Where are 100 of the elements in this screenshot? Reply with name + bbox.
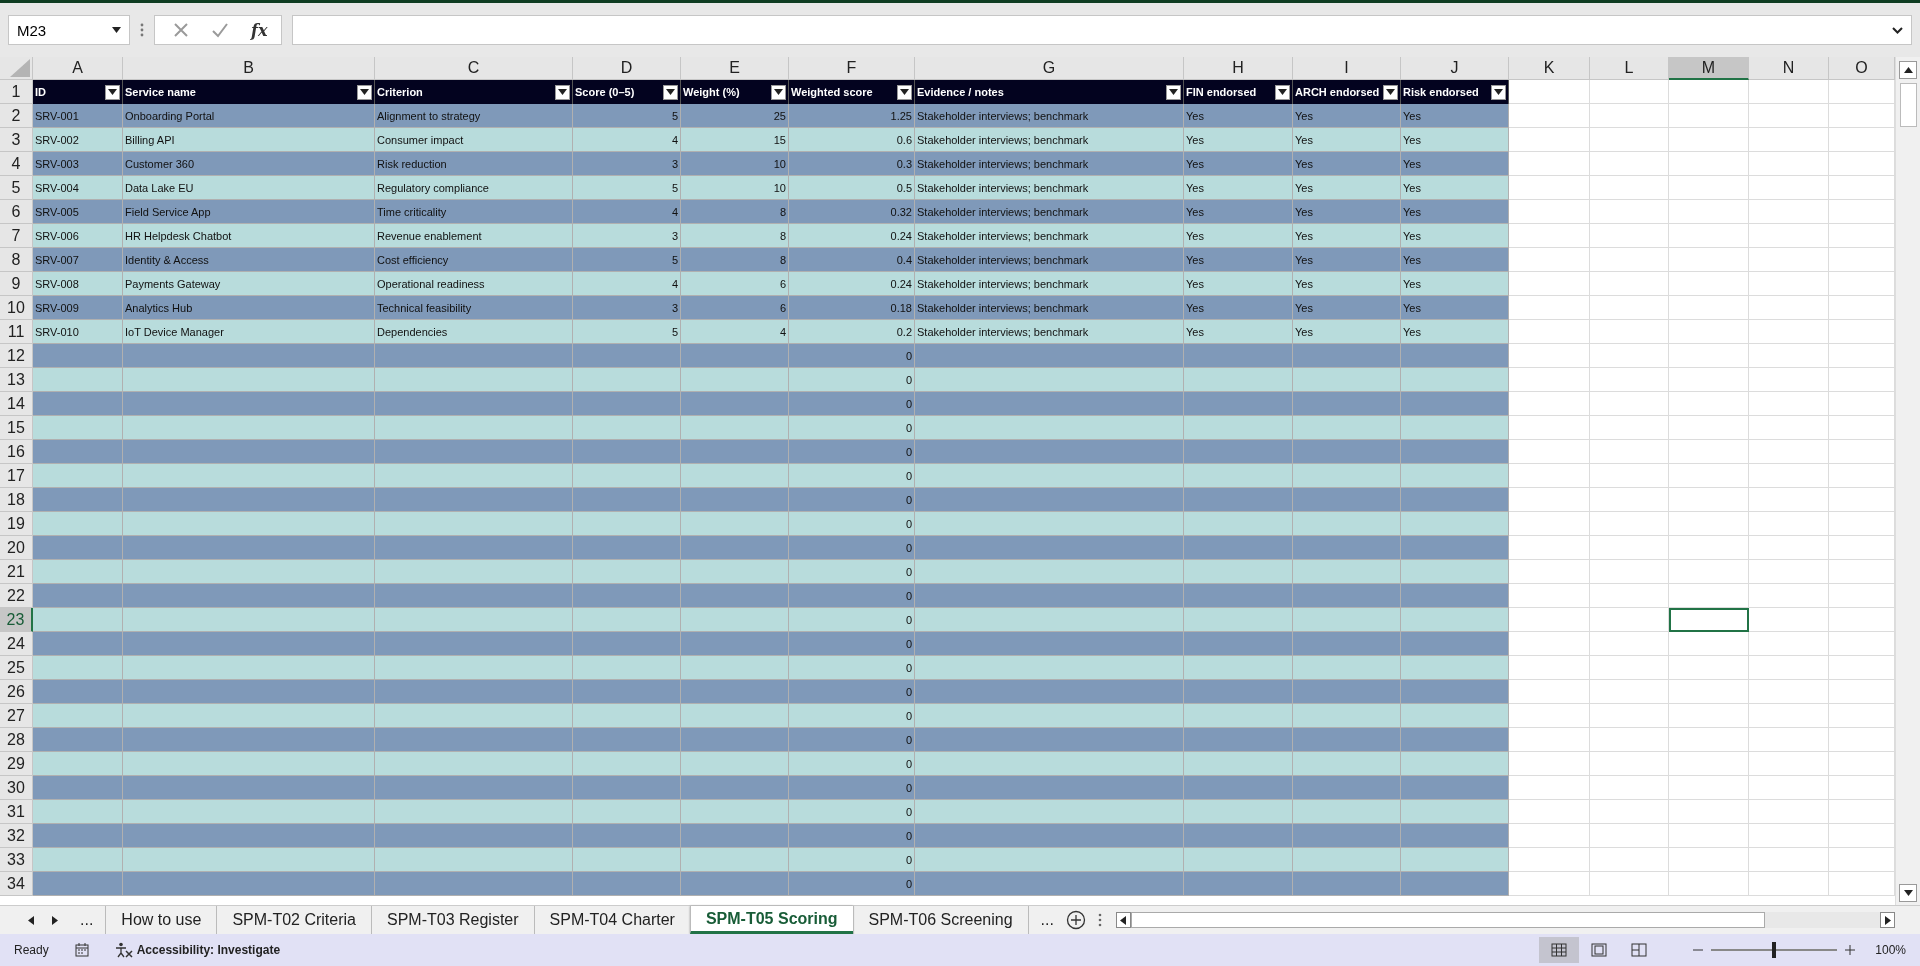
row-number[interactable]: 32	[0, 824, 33, 848]
filter-dropdown-button[interactable]	[105, 84, 120, 100]
row-number[interactable]: 22	[0, 584, 33, 608]
row-number[interactable]: 13	[0, 368, 33, 392]
name-box[interactable]: M23	[8, 15, 130, 45]
scroll-up-button[interactable]	[1899, 61, 1917, 79]
column-heading[interactable]: L	[1590, 57, 1669, 80]
grid-cell	[1829, 536, 1895, 560]
row-number[interactable]: 14	[0, 392, 33, 416]
zoom-level[interactable]: 100%	[1875, 943, 1906, 957]
row-number[interactable]: 18	[0, 488, 33, 512]
scroll-thumb[interactable]	[1899, 83, 1917, 127]
accessibility-status[interactable]: Accessibility: Investigate	[136, 943, 281, 957]
table-cell: Risk reduction	[375, 152, 573, 176]
accessibility-icon[interactable]	[114, 942, 133, 958]
row-number[interactable]: 28	[0, 728, 33, 752]
filter-dropdown-button[interactable]	[1491, 84, 1506, 100]
row-number[interactable]: 4	[0, 152, 33, 176]
row-number[interactable]: 3	[0, 128, 33, 152]
filter-dropdown-button[interactable]	[663, 84, 678, 100]
active-cell[interactable]	[1669, 608, 1749, 632]
row-number[interactable]: 9	[0, 272, 33, 296]
row-number[interactable]: 31	[0, 800, 33, 824]
view-button[interactable]	[1539, 937, 1580, 963]
filter-dropdown-button[interactable]	[555, 84, 570, 100]
cancel-icon[interactable]	[173, 22, 189, 38]
column-heading[interactable]: F	[789, 57, 915, 80]
table-cell: 4	[681, 320, 789, 344]
previous-sheet-icon[interactable]	[28, 915, 34, 925]
grid-cell	[1829, 632, 1895, 656]
grid-cell	[1829, 776, 1895, 800]
column-heading[interactable]: I	[1293, 57, 1401, 80]
vertical-scrollbar[interactable]	[1895, 57, 1920, 906]
row-number[interactable]: 33	[0, 848, 33, 872]
more-options-icon[interactable]	[140, 23, 144, 37]
checkmark-icon[interactable]	[211, 22, 229, 38]
row-number[interactable]: 19	[0, 512, 33, 536]
normal-view-icon	[1551, 943, 1568, 957]
row-number[interactable]: 5	[0, 176, 33, 200]
row-number[interactable]: 27	[0, 704, 33, 728]
row-number[interactable]: 2	[0, 104, 33, 128]
more-sheets-button[interactable]: ...	[68, 906, 106, 935]
expand-chevron-icon[interactable]	[1892, 26, 1903, 34]
row-number[interactable]: 8	[0, 248, 33, 272]
horizontal-scrollbar[interactable]	[1130, 912, 1765, 929]
scroll-right-button[interactable]	[1880, 912, 1895, 929]
row-number[interactable]: 10	[0, 296, 33, 320]
row-number[interactable]: 7	[0, 224, 33, 248]
macro-recorder-icon[interactable]	[74, 943, 89, 957]
row-number[interactable]: 15	[0, 416, 33, 440]
row-number[interactable]: 30	[0, 776, 33, 800]
row-number[interactable]: 25	[0, 656, 33, 680]
column-heading[interactable]: C	[375, 57, 573, 80]
row-number[interactable]: 17	[0, 464, 33, 488]
zoom-in-icon[interactable]	[1845, 945, 1856, 955]
column-heading[interactable]: D	[573, 57, 681, 80]
row-number[interactable]: 26	[0, 680, 33, 704]
scroll-down-button[interactable]	[1899, 884, 1917, 902]
column-heading[interactable]: O	[1829, 57, 1895, 80]
row-number[interactable]: 24	[0, 632, 33, 656]
sheet-tab[interactable]: SPM-T05 Scoring	[689, 906, 853, 935]
row-number[interactable]: 34	[0, 872, 33, 896]
column-heading[interactable]: H	[1184, 57, 1293, 80]
column-heading[interactable]: B	[123, 57, 375, 80]
column-heading[interactable]: N	[1749, 57, 1829, 80]
column-heading[interactable]: K	[1509, 57, 1590, 80]
filter-dropdown-button[interactable]	[771, 84, 786, 100]
table-cell: 0	[789, 440, 915, 464]
column-heading[interactable]: G	[915, 57, 1184, 80]
table-cell: Consumer impact	[375, 128, 573, 152]
scroll-down-icon[interactable]	[1903, 890, 1913, 896]
column-header: FIN endorsed	[1184, 80, 1293, 104]
more-options-icon[interactable]	[1097, 913, 1102, 928]
insert-function-button[interactable]: fx	[251, 20, 268, 40]
row-number[interactable]: 1	[0, 80, 33, 104]
dropdown-caret-icon[interactable]	[112, 27, 121, 33]
row-number[interactable]: 6	[0, 200, 33, 224]
table-cell: 8	[681, 200, 789, 224]
column-heading[interactable]: M	[1669, 57, 1749, 80]
add-sheet-icon[interactable]	[1065, 910, 1086, 931]
column-heading[interactable]: E	[681, 57, 789, 80]
scroll-left-button[interactable]	[1115, 912, 1131, 929]
next-sheet-icon[interactable]	[52, 915, 58, 925]
row-number[interactable]: 12	[0, 344, 33, 368]
column-heading[interactable]: A	[33, 57, 123, 80]
filter-dropdown-button[interactable]	[897, 84, 912, 100]
column-heading[interactable]: J	[1401, 57, 1509, 80]
filter-dropdown-button[interactable]	[357, 84, 372, 100]
row-number[interactable]: 21	[0, 560, 33, 584]
grid-cell	[1829, 272, 1895, 296]
filter-dropdown-button[interactable]	[1383, 84, 1398, 100]
filter-dropdown-button[interactable]	[1275, 84, 1290, 100]
filter-dropdown-button[interactable]	[1166, 84, 1181, 100]
table-cell: Technical feasibility	[375, 296, 573, 320]
row-number[interactable]: 29	[0, 752, 33, 776]
row-number[interactable]: 16	[0, 440, 33, 464]
row-number[interactable]: 23	[0, 608, 33, 632]
row-number[interactable]: 20	[0, 536, 33, 560]
row-number[interactable]: 11	[0, 320, 33, 344]
formula-input[interactable]	[292, 15, 1912, 45]
